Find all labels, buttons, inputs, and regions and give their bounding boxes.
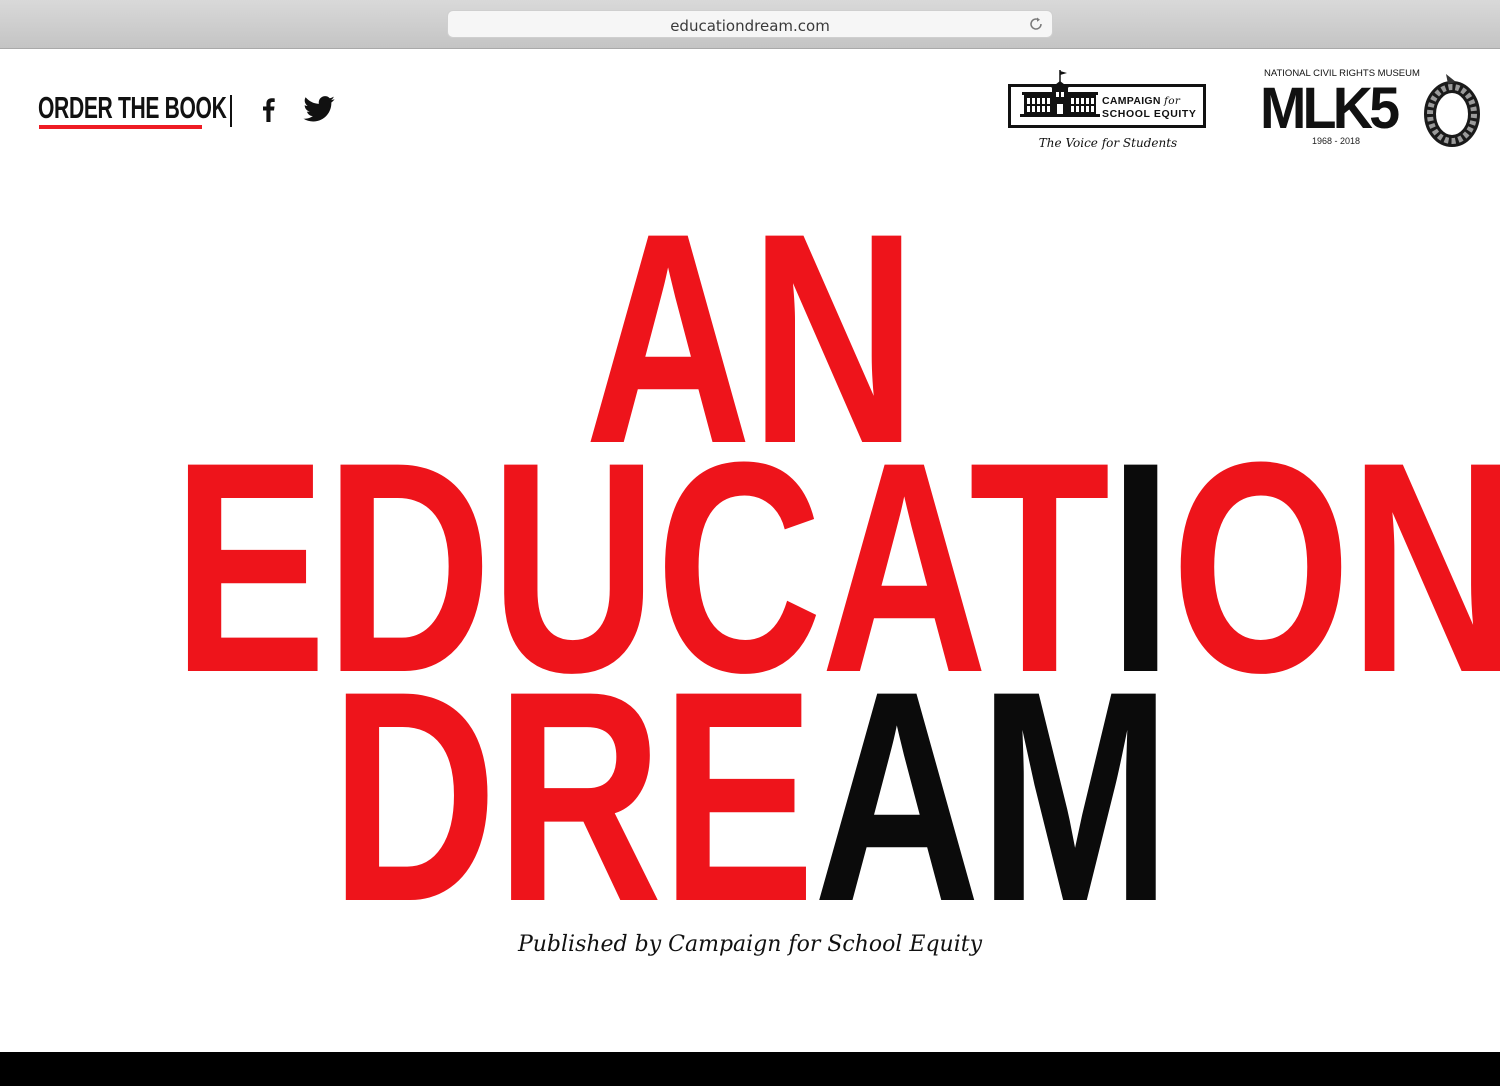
header-divider — [230, 95, 232, 127]
headline-am: AM — [813, 628, 1171, 964]
url-text: educationdream.com — [670, 17, 830, 35]
hero-headline: AN EDUCATION DREAM — [0, 0, 1500, 1086]
mlk-logo-wordmark: MLK5 — [1260, 76, 1400, 141]
headline-line-1: AN — [173, 188, 1328, 488]
publisher-credit: Published by Campaign for School Equity — [517, 932, 983, 957]
footer-bar — [0, 1052, 1500, 1086]
twitter-icon[interactable] — [303, 96, 335, 122]
cse-logo-line2: SCHOOL EQUITY — [1102, 108, 1197, 120]
facebook-icon[interactable] — [258, 96, 278, 122]
headline-dre: DRE — [330, 628, 815, 964]
mlk50-logo[interactable]: NATIONAL CIVIL RIGHTS MUSEUM MLK5 1968 -… — [1258, 66, 1488, 156]
headline-line-3: DREAM — [173, 646, 1328, 946]
headline-educat: EDUCAT — [172, 399, 1111, 735]
headline-line-2: EDUCATION — [173, 417, 1500, 717]
order-the-book-link[interactable]: ORDER THE BOOK — [38, 90, 227, 126]
cse-logo-word-campaign: CAMPAIGN — [1102, 95, 1161, 107]
cse-logo-tagline: The Voice for Students — [1038, 136, 1178, 150]
schoolhouse-icon — [1020, 70, 1100, 117]
headline-letter-i: I — [1108, 399, 1173, 735]
cse-logo-word-for: for — [1164, 95, 1181, 107]
cse-logo-line1: CAMPAIGN for — [1102, 95, 1180, 107]
headline-on: ON — [1171, 399, 1500, 735]
reload-icon[interactable] — [1028, 16, 1044, 32]
campaign-school-equity-logo[interactable]: CAMPAIGN for SCHOOL EQUITY The Voice for… — [1008, 70, 1208, 152]
wreath-zero-icon — [1424, 74, 1480, 147]
order-link-underline — [39, 125, 202, 129]
address-bar[interactable]: educationdream.com — [447, 10, 1053, 38]
mlk-logo-years: 1968 - 2018 — [1312, 136, 1361, 146]
browser-toolbar: educationdream.com — [0, 0, 1500, 49]
headline-word-an: AN — [584, 170, 917, 506]
